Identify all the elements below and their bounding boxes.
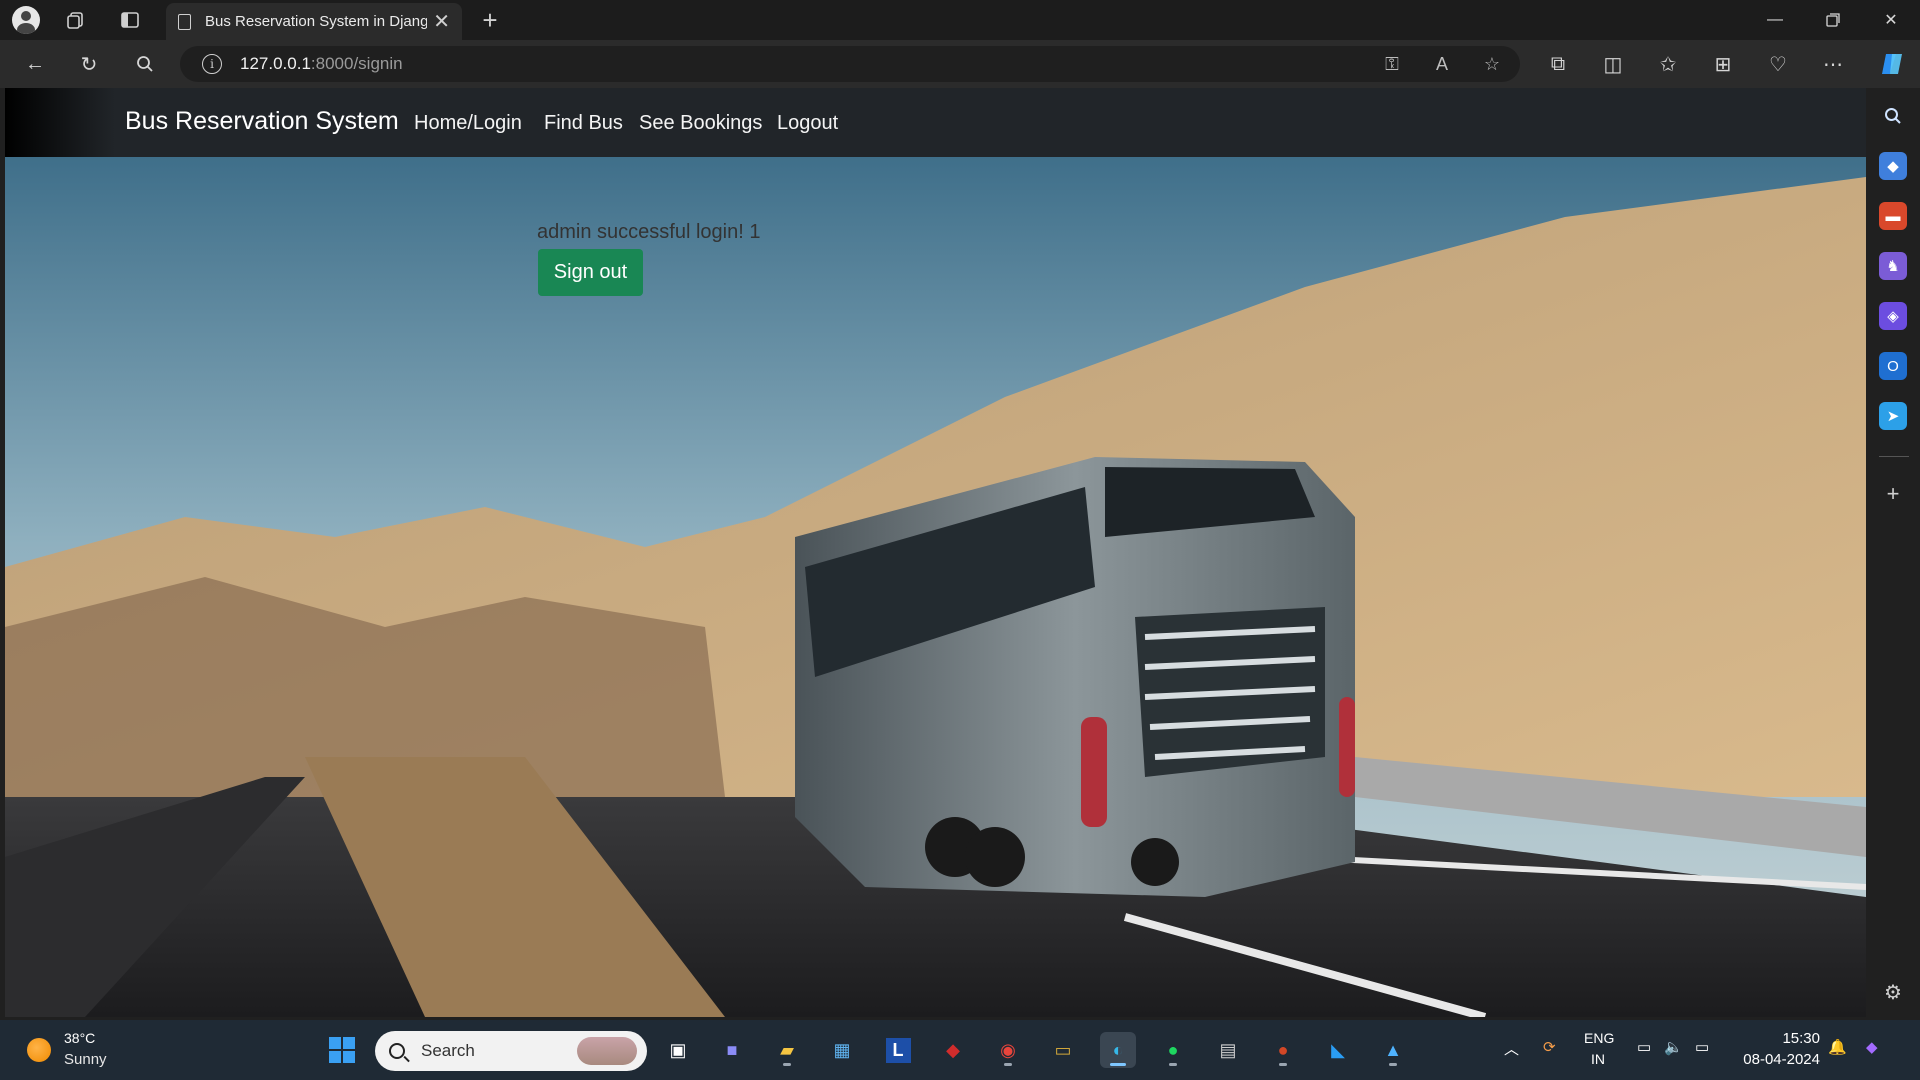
page-icon — [178, 13, 191, 30]
copilot-taskbar-icon[interactable]: ◆ — [1866, 1038, 1878, 1056]
add-icon[interactable]: + — [1879, 480, 1907, 508]
new-tab-icon[interactable]: + — [476, 5, 504, 35]
weather-sun-icon[interactable] — [27, 1038, 51, 1062]
file-explorer-icon[interactable]: ▰ — [769, 1032, 805, 1068]
mcafee-icon[interactable]: ◆ — [935, 1032, 971, 1068]
show-hidden-icons-icon[interactable]: ︿ — [1504, 1038, 1519, 1059]
weather-condition[interactable]: Sunny — [64, 1051, 107, 1068]
back-icon[interactable]: ← — [20, 50, 50, 78]
favorite-star-icon[interactable]: ☆ — [1478, 50, 1506, 78]
battery-icon[interactable]: ▭ — [1695, 1038, 1709, 1056]
browser-tab-bar: Bus Reservation System in Djang ✕ + — ✕ — [0, 0, 1920, 40]
search-icon — [389, 1043, 405, 1059]
address-bar[interactable]: i 127.0.0.1:8000/signin ⚿ A ☆ — [180, 46, 1520, 82]
tab-actions-icon[interactable] — [116, 6, 144, 34]
nav-find-bus[interactable]: Find Bus — [544, 112, 623, 135]
browser-sidebar: ◆ ▬ ♞ ◈ O ➤ + ⚙ — [1867, 88, 1920, 1018]
network-icon[interactable]: ▭ — [1637, 1038, 1651, 1056]
task-view-icon[interactable]: ▣ — [660, 1032, 696, 1068]
vscode-icon[interactable]: ◣ — [1320, 1032, 1356, 1068]
search-highlight-image — [577, 1037, 637, 1065]
command-prompt-icon[interactable]: ▤ — [1210, 1032, 1246, 1068]
password-key-icon[interactable]: ⚿ — [1378, 50, 1406, 78]
more-icon[interactable]: ⋯ — [1818, 50, 1848, 78]
favorites-icon[interactable]: ✩ — [1653, 50, 1683, 78]
bus-background-image — [5, 157, 1866, 1017]
login-success-message: admin successful login! 1 — [537, 221, 761, 243]
restore-icon[interactable] — [1810, 6, 1856, 34]
collections-icon[interactable]: ⊞ — [1708, 50, 1738, 78]
powerpoint-icon[interactable]: ● — [1265, 1032, 1301, 1068]
spotify-icon[interactable]: ● — [1155, 1032, 1191, 1068]
split-screen-icon[interactable]: ◫ — [1598, 50, 1628, 78]
outlook-icon[interactable]: O — [1879, 352, 1907, 380]
nav-see-bookings[interactable]: See Bookings — [639, 112, 762, 135]
taskbar-search[interactable]: Search — [375, 1031, 647, 1071]
taskbar-search-label: Search — [421, 1041, 475, 1060]
terminal-app-icon[interactable]: ▭ — [1045, 1032, 1081, 1068]
read-aloud-icon[interactable]: A — [1428, 50, 1456, 78]
shopping-tag-icon[interactable]: ◆ — [1879, 152, 1907, 180]
volume-icon[interactable]: 🔈 — [1664, 1038, 1683, 1056]
weather-temperature[interactable]: 38°C — [64, 1030, 95, 1046]
bus-illustration — [795, 457, 1355, 897]
sidebar-divider — [1879, 456, 1909, 457]
nav-home-login[interactable]: Home/Login — [414, 112, 522, 135]
close-window-icon[interactable]: ✕ — [1868, 6, 1914, 34]
browser-essentials-icon[interactable]: ♡ — [1763, 50, 1793, 78]
sign-out-button[interactable]: Sign out — [538, 249, 643, 296]
search-icon[interactable] — [130, 50, 160, 78]
extensions-icon[interactable]: ⧉ — [1543, 50, 1573, 78]
clock-time[interactable]: 15:30 — [1776, 1030, 1820, 1047]
web-page: Bus Reservation System Home/Login Find B… — [5, 88, 1866, 1017]
browser-tab[interactable]: Bus Reservation System in Djang ✕ — [166, 3, 462, 40]
settings-icon[interactable]: ⚙ — [1879, 978, 1907, 1006]
sync-icon[interactable]: ⟳ — [1543, 1038, 1556, 1056]
close-tab-icon[interactable]: ✕ — [433, 9, 450, 34]
language-region[interactable]: IN — [1591, 1051, 1605, 1067]
info-icon[interactable]: i — [202, 54, 222, 74]
copilot-icon[interactable] — [1878, 50, 1908, 78]
start-icon[interactable] — [324, 1032, 360, 1068]
clock-date[interactable]: 08-04-2024 — [1737, 1051, 1820, 1068]
edge-icon[interactable]: ◐ — [1100, 1032, 1136, 1068]
teams-icon[interactable]: ■ — [714, 1032, 750, 1068]
refresh-icon[interactable]: ↻ — [74, 50, 104, 78]
notification-bell-icon[interactable]: 🔔 — [1828, 1038, 1847, 1056]
minimize-icon[interactable]: — — [1752, 6, 1798, 34]
photos-icon[interactable]: ▲ — [1375, 1032, 1411, 1068]
workspaces-icon[interactable] — [62, 6, 90, 34]
site-brand[interactable]: Bus Reservation System — [125, 107, 399, 136]
url-text[interactable]: 127.0.0.1:8000/signin — [240, 54, 403, 74]
search-icon[interactable] — [1879, 102, 1907, 130]
chrome-icon[interactable]: ◉ — [990, 1032, 1026, 1068]
navbar-shade — [5, 88, 115, 157]
browser-toolbar: ← ↻ i 127.0.0.1:8000/signin ⚿ A ☆ ⧉ ◫ ✩ … — [0, 40, 1920, 88]
language-code[interactable]: ENG — [1584, 1030, 1614, 1046]
windows-taskbar: 38°C Sunny Search ▣ ■ ▰ ▦ L ◆ ◉ ▭ ◐ ● ▤ … — [0, 1020, 1920, 1080]
tab-title: Bus Reservation System in Djang — [205, 13, 427, 30]
microsoft-store-icon[interactable]: ▦ — [824, 1032, 860, 1068]
games-icon[interactable]: ♞ — [1879, 252, 1907, 280]
site-navbar: Bus Reservation System Home/Login Find B… — [5, 88, 1866, 157]
profile-icon[interactable] — [12, 6, 40, 34]
copilot-icon[interactable]: ◈ — [1879, 302, 1907, 330]
tools-icon[interactable]: ▬ — [1879, 202, 1907, 230]
send-icon[interactable]: ➤ — [1879, 402, 1907, 430]
nav-logout[interactable]: Logout — [777, 112, 838, 135]
app-l-icon[interactable]: L — [880, 1032, 916, 1068]
